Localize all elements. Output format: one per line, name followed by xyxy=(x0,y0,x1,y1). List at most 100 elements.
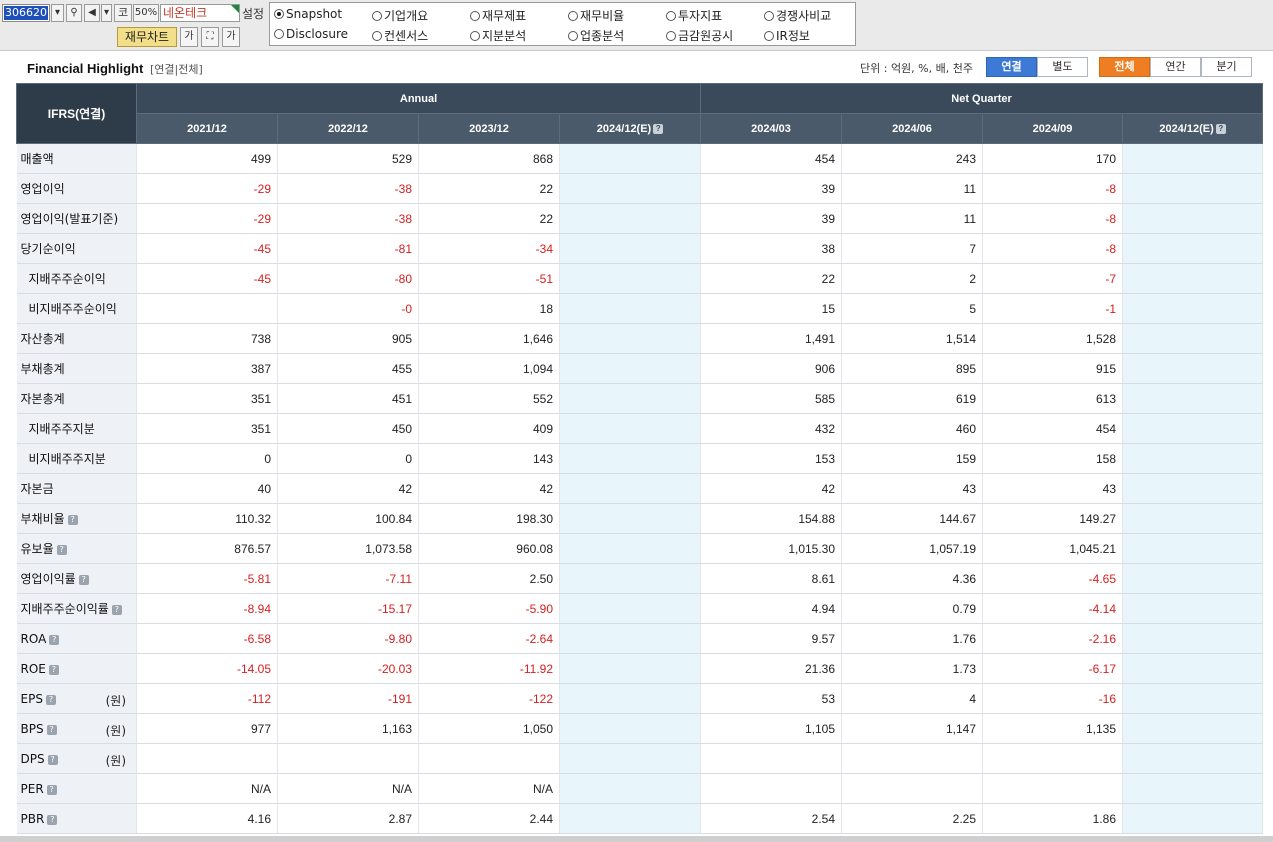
help-icon[interactable]: ? xyxy=(67,515,78,525)
annual-toggle[interactable]: 연간 xyxy=(1150,57,1201,77)
table-cell: N/A xyxy=(418,773,560,804)
row-label: 지배주주지분 xyxy=(16,413,137,444)
table-cell: 613 xyxy=(982,383,1124,414)
table-cell: -34 xyxy=(418,233,560,264)
speaker-dropdown-icon[interactable]: ▾ xyxy=(101,4,112,22)
help-icon[interactable]: ? xyxy=(47,814,58,825)
ko-button[interactable]: 코 xyxy=(114,4,132,22)
section-subtitle: [연결|전체] xyxy=(150,63,203,76)
radio-disclosure[interactable]: Disclosure xyxy=(274,27,348,41)
table-cell xyxy=(559,623,702,654)
radio-snapshot[interactable]: Snapshot xyxy=(274,7,342,21)
radio-icon xyxy=(568,11,578,21)
radio-shareholding[interactable]: 지분분석 xyxy=(470,27,526,44)
help-icon[interactable]: ? xyxy=(47,754,58,765)
table-cell xyxy=(1122,713,1264,744)
table-cell xyxy=(136,743,278,774)
bottom-scrollbar[interactable] xyxy=(0,836,1273,842)
settings-link[interactable]: 설정 xyxy=(242,5,264,22)
table-cell: 4.36 xyxy=(841,563,984,594)
table-cell: N/A xyxy=(136,773,278,804)
table-cell: 42 xyxy=(700,473,843,504)
row-label: 자산총계 xyxy=(16,323,137,354)
table-cell: 4 xyxy=(841,683,984,714)
table-cell xyxy=(418,743,560,774)
row-label: PBR? xyxy=(16,803,137,834)
help-icon[interactable]: ? xyxy=(1215,123,1226,134)
help-icon[interactable]: ? xyxy=(78,575,89,585)
radio-competitor-comparison[interactable]: 경쟁사비교 xyxy=(764,7,831,24)
help-icon[interactable]: ? xyxy=(111,605,122,615)
radio-investment-indicators[interactable]: 투자지표 xyxy=(666,7,722,24)
row-label: 지배주주순이익률? xyxy=(16,593,137,624)
all-periods-toggle[interactable]: 전체 xyxy=(1099,57,1150,77)
table-cell: 43 xyxy=(982,473,1124,504)
row-label: DPS? (원) xyxy=(16,743,137,774)
consolidated-toggle[interactable]: 연결 xyxy=(986,57,1037,77)
table-row: 지배주주순이익 -45 -80 -51 22 2 -7 xyxy=(16,263,1264,294)
table-cell: 738 xyxy=(136,323,278,354)
row-label-text: PER xyxy=(20,781,44,796)
table-cell: -14.05 xyxy=(136,653,278,684)
row-label-text: ROE xyxy=(20,661,46,676)
table-cell xyxy=(1122,233,1264,264)
radio-consensus[interactable]: 컨센서스 xyxy=(372,27,428,44)
row-label: 부채총계 xyxy=(16,353,137,384)
table-row: 비지배주주지분 0 0 143 153 159 158 xyxy=(16,443,1264,474)
row-label: ROA? xyxy=(16,623,137,654)
radio-icon xyxy=(470,11,480,21)
stock-name-field[interactable]: 네온테크 xyxy=(160,4,240,22)
table-cell xyxy=(559,713,702,744)
help-icon[interactable]: ? xyxy=(46,784,57,795)
help-icon[interactable]: ? xyxy=(56,545,67,555)
table-cell xyxy=(1122,683,1264,714)
table-cell xyxy=(136,293,278,324)
capture-icon[interactable]: ⛶ xyxy=(201,27,219,47)
help-icon[interactable]: ? xyxy=(48,664,59,675)
table-cell xyxy=(559,353,702,384)
table-cell: -6.17 xyxy=(982,653,1124,684)
font-decrease-button[interactable]: 가 xyxy=(180,27,198,47)
table-cell: 585 xyxy=(700,383,843,414)
radio-fss-disclosure[interactable]: 금감원공시 xyxy=(666,27,733,44)
radio-financial-ratios[interactable]: 재무비율 xyxy=(568,7,624,24)
radio-label: IR정보 xyxy=(776,29,810,43)
search-icon[interactable]: ⚲ xyxy=(66,4,82,22)
table-cell: 977 xyxy=(136,713,278,744)
radio-industry-analysis[interactable]: 업종분석 xyxy=(568,27,624,44)
table-cell: -112 xyxy=(136,683,278,714)
help-icon[interactable]: ? xyxy=(46,724,57,735)
code-dropdown-icon[interactable]: ▾ xyxy=(51,4,64,22)
table-row: BPS? (원) 977 1,163 1,050 1,105 1,147 1,135 xyxy=(16,713,1264,744)
speaker-icon[interactable]: ◀ xyxy=(84,4,100,22)
font-increase-button[interactable]: 가 xyxy=(222,27,240,47)
table-cell xyxy=(1122,473,1264,504)
help-icon[interactable]: ? xyxy=(49,634,60,645)
radio-financial-statements[interactable]: 재무제표 xyxy=(470,7,526,24)
table-cell xyxy=(559,383,702,414)
row-label-text: 유보율 xyxy=(20,542,54,556)
radio-ir-info[interactable]: IR정보 xyxy=(764,27,810,44)
radio-company-overview[interactable]: 기업개요 xyxy=(372,7,428,24)
row-label: EPS? (원) xyxy=(16,683,137,714)
zoom-level[interactable]: 50% xyxy=(133,4,159,22)
help-icon[interactable]: ? xyxy=(653,123,664,134)
table-cell: 144.67 xyxy=(841,503,984,534)
period-header: 2021/12 xyxy=(136,113,278,144)
stock-code-input[interactable]: 306620 xyxy=(2,4,50,22)
separate-toggle[interactable]: 별도 xyxy=(1037,57,1088,77)
financial-chart-button[interactable]: 재무차트 xyxy=(117,27,177,47)
table-cell xyxy=(559,203,702,234)
table-row: DPS? (원) xyxy=(16,743,1264,774)
top-toolbar: 306620 ▾ ⚲ ◀ ▾ 코 50% 네온테크 설정 재무차트 가 ⛶ 가 … xyxy=(0,0,1273,51)
help-icon[interactable]: ? xyxy=(45,694,56,705)
quarter-toggle[interactable]: 분기 xyxy=(1201,57,1252,77)
row-label-text: 영업이익률 xyxy=(20,572,76,586)
table-cell: 960.08 xyxy=(418,533,560,564)
table-cell xyxy=(1122,653,1264,684)
table-cell: 158 xyxy=(982,443,1124,474)
table-cell: 1,015.30 xyxy=(700,533,843,564)
table-cell: 2.44 xyxy=(418,803,560,834)
table-cell: 1.73 xyxy=(841,653,984,684)
table-row: 부채비율? 110.32 100.84 198.30 154.88 144.67 149.2… xyxy=(16,503,1264,534)
